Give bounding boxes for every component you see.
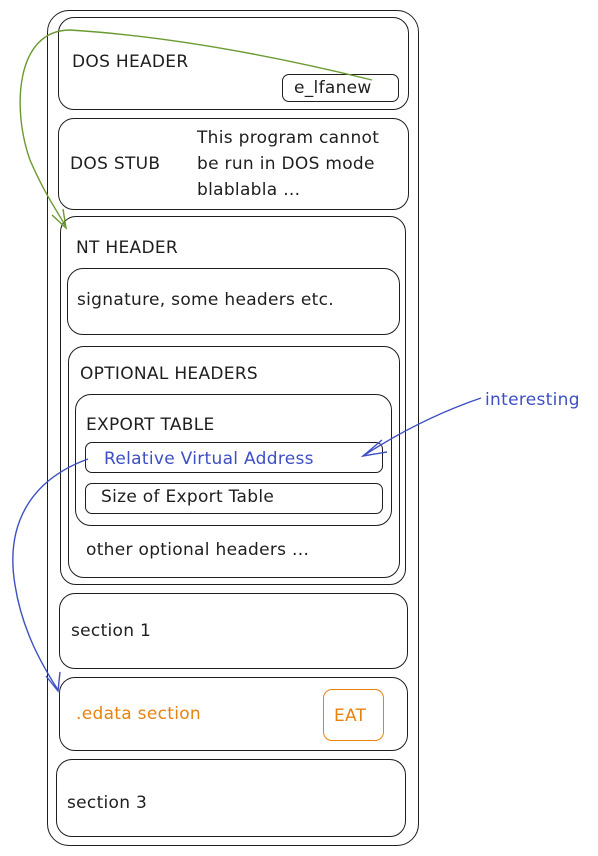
other-optional-headers-label: other optional headers ...: [86, 540, 310, 560]
signature-label: signature, some headers etc.: [77, 290, 334, 310]
section-1-label: section 1: [71, 621, 152, 641]
export-table-label: EXPORT TABLE: [86, 415, 215, 435]
dos-stub-text-line-1: This program cannot: [197, 128, 380, 148]
dos-stub-text-line-2: be run in DOS mode: [197, 154, 375, 174]
dos-header-label: DOS HEADER: [72, 52, 189, 72]
e-lfanew-label: e_lfanew: [294, 78, 372, 98]
edata-section-label: .edata section: [76, 704, 201, 724]
nt-header-label: NT HEADER: [76, 238, 179, 258]
interesting-annotation: interesting: [485, 390, 580, 410]
section-3-label: section 3: [67, 793, 148, 813]
eat-label: EAT: [334, 706, 367, 726]
dos-stub-label: DOS STUB: [70, 154, 161, 174]
dos-stub-text-line-3: blablabla ...: [197, 180, 301, 200]
export-size-label: Size of Export Table: [101, 487, 275, 507]
optional-headers-label: OPTIONAL HEADERS: [80, 364, 259, 384]
edata-section-text: edata section: [81, 704, 201, 724]
rva-label: Relative Virtual Address: [104, 449, 314, 469]
